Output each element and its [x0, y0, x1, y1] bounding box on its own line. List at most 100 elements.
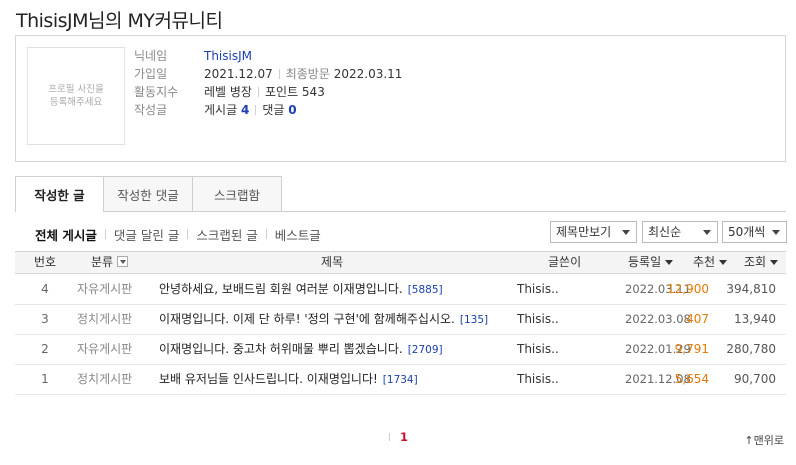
view-mode-value: 제목만보기: [556, 225, 612, 239]
page-current[interactable]: 1: [400, 430, 408, 444]
level-value: 레벨 병장: [204, 85, 252, 99]
row-title[interactable]: 이재명입니다. 이제 단 하루! '정의 구현'에 함께해주십시오. [135]: [159, 305, 488, 334]
row-category: 자유게시판: [77, 342, 133, 356]
row-title[interactable]: 이재명입니다. 중고차 허위매물 뿌리 뽑겠습니다. [2709]: [159, 335, 443, 364]
filter-commented-posts[interactable]: 댓글 달린 글: [114, 225, 179, 244]
tab-bar: 작성한 글 작성한 댓글 스크랩함: [15, 176, 282, 212]
col-num: 번호: [34, 255, 57, 269]
last-visit-value: 2022.03.11: [333, 67, 403, 81]
row-date: 2022.03.08: [625, 312, 691, 326]
nickname-label: 닉네임: [134, 49, 168, 63]
chevron-down-icon: [622, 230, 630, 235]
row-category: 자유게시판: [77, 282, 133, 296]
divider: [257, 87, 259, 97]
profile-box: 프로필 사진을 등록해주세요 닉네임 ThisisJM 가입일 2021.12.07…: [15, 35, 786, 162]
chevron-down-icon: [772, 230, 780, 235]
row-category: 정치게시판: [77, 372, 133, 386]
tab-my-comments[interactable]: 작성한 댓글: [104, 176, 193, 212]
divider: [278, 69, 280, 79]
posts-label: 작성글: [134, 103, 168, 117]
sort-value: 최신순: [648, 225, 682, 239]
comments-count[interactable]: 0: [288, 103, 296, 117]
col-views-label: 조회: [744, 255, 767, 269]
row-likes: 407: [686, 312, 709, 326]
tab-scraps[interactable]: 스크랩함: [193, 176, 282, 212]
row-title-text[interactable]: 이재명입니다. 이제 단 하루! '정의 구현'에 함께해주십시오.: [159, 312, 455, 326]
back-to-top-link[interactable]: ↑맨위로: [744, 432, 784, 448]
nickname-row: 닉네임 ThisisJM: [134, 47, 252, 65]
joined-value: 2021.12.07: [204, 67, 273, 81]
col-likes[interactable]: 추천: [693, 252, 728, 273]
last-visit-label: 최종방문: [285, 67, 330, 81]
pagination: 1: [389, 430, 408, 444]
row-num: 3: [41, 312, 49, 326]
profile-photo-placeholder: 프로필 사진을 등록해주세요: [27, 47, 125, 145]
activity-label: 활동지수: [134, 85, 179, 99]
reply-count[interactable]: [5885]: [408, 284, 443, 296]
sort-down-icon: [665, 260, 674, 265]
posts-row: 작성글 게시글 4 댓글 0: [134, 101, 297, 119]
col-category[interactable]: 분류: [91, 252, 129, 273]
row-likes: 5,654: [674, 372, 709, 386]
category-filter-icon[interactable]: [117, 256, 129, 267]
filter-best-posts[interactable]: 베스트글: [275, 225, 321, 244]
row-likes: 9,791: [674, 342, 709, 356]
sort-select[interactable]: 최신순: [642, 221, 718, 243]
col-author: 글쓴이: [548, 255, 582, 269]
row-author[interactable]: Thisis..: [517, 275, 559, 304]
row-views: 90,700: [734, 372, 776, 386]
nickname-value[interactable]: ThisisJM: [204, 49, 252, 63]
filter-scrapped-posts[interactable]: 스크랩된 글: [196, 225, 257, 244]
col-date[interactable]: 등록일: [628, 252, 674, 273]
posts-text: 게시글: [204, 103, 238, 117]
row-views: 394,810: [726, 282, 776, 296]
divider: [389, 433, 390, 441]
tab-my-posts[interactable]: 작성한 글: [15, 176, 104, 212]
row-likes: 12,900: [667, 282, 709, 296]
table-row[interactable]: 4 자유게시판 안녕하세요, 보배드림 회원 여러분 이재명입니다. [5885]…: [15, 275, 786, 305]
row-views: 13,940: [734, 312, 776, 326]
row-author[interactable]: Thisis..: [517, 335, 559, 364]
table-header: 번호 분류 제목 글쓴이 등록일 추천 조회: [15, 251, 786, 274]
reply-count[interactable]: [1734]: [383, 374, 418, 386]
col-title: 제목: [321, 255, 344, 269]
reply-count[interactable]: [135]: [460, 314, 488, 326]
tab-divider: [15, 211, 786, 212]
joined-row: 가입일 2021.12.07 최종방문 2022.03.11: [134, 65, 402, 83]
comments-text: 댓글: [262, 103, 285, 117]
points-value: 포인트 543: [264, 85, 325, 99]
sort-down-icon: [719, 260, 728, 265]
col-likes-label: 추천: [693, 255, 716, 269]
row-num: 2: [41, 342, 49, 356]
table-row[interactable]: 2 자유게시판 이재명입니다. 중고차 허위매물 뿌리 뽑겠습니다. [2709]…: [15, 335, 786, 365]
page-title: ThisisJM님의 MY커뮤니티: [16, 10, 223, 32]
col-category-label: 분류: [91, 255, 114, 269]
row-category: 정치게시판: [77, 312, 133, 326]
row-author[interactable]: Thisis..: [517, 365, 559, 394]
row-title[interactable]: 보배 유저님들 인사드립니다. 이재명입니다! [1734]: [159, 365, 418, 394]
table-row[interactable]: 1 정치게시판 보배 유저님들 인사드립니다. 이재명입니다! [1734] Th…: [15, 365, 786, 395]
row-num: 4: [41, 282, 49, 296]
post-filters: 전체 게시글 댓글 달린 글 스크랩된 글 베스트글: [35, 225, 321, 243]
row-author[interactable]: Thisis..: [517, 305, 559, 334]
row-title[interactable]: 안녕하세요, 보배드림 회원 여러분 이재명입니다. [5885]: [159, 275, 443, 304]
row-title-text[interactable]: 안녕하세요, 보배드림 회원 여러분 이재명입니다.: [159, 282, 403, 296]
posts-count[interactable]: 4: [241, 103, 249, 117]
chevron-down-icon: [703, 230, 711, 235]
col-date-label: 등록일: [628, 255, 662, 269]
per-page-value: 50개씩: [728, 225, 766, 239]
view-mode-select[interactable]: 제목만보기: [550, 221, 637, 243]
joined-label: 가입일: [134, 67, 168, 81]
divider: [255, 105, 257, 115]
table-row[interactable]: 3 정치게시판 이재명입니다. 이제 단 하루! '정의 구현'에 함께해주십시…: [15, 305, 786, 335]
filter-all-posts[interactable]: 전체 게시글: [35, 225, 97, 244]
per-page-select[interactable]: 50개씩: [722, 221, 787, 243]
row-title-text[interactable]: 보배 유저님들 인사드립니다. 이재명입니다!: [159, 372, 378, 386]
row-title-text[interactable]: 이재명입니다. 중고차 허위매물 뿌리 뽑겠습니다.: [159, 342, 403, 356]
activity-row: 활동지수 레벨 병장 포인트 543: [134, 83, 325, 101]
reply-count[interactable]: [2709]: [408, 344, 443, 356]
row-num: 1: [41, 372, 49, 386]
row-views: 280,780: [726, 342, 776, 356]
col-views[interactable]: 조회: [744, 252, 779, 273]
sort-down-icon: [770, 260, 779, 265]
